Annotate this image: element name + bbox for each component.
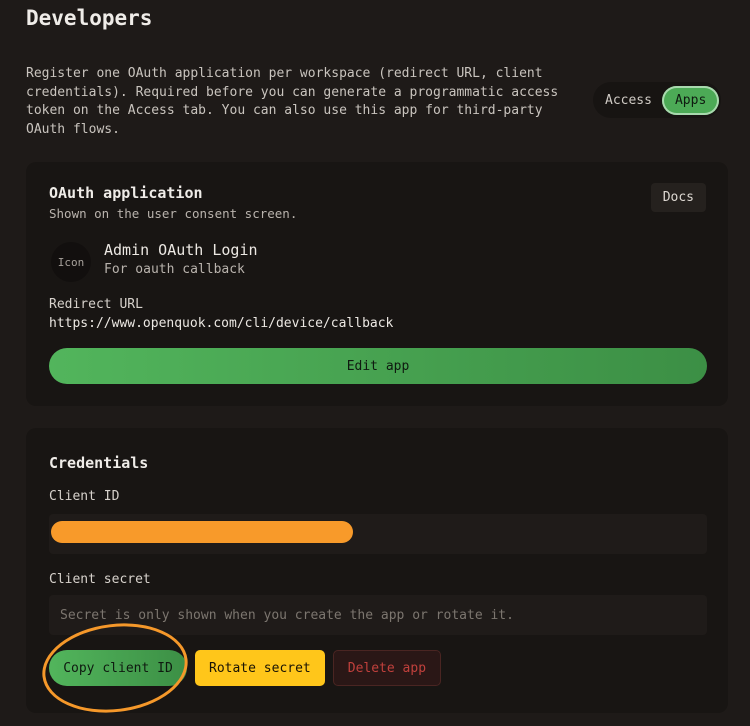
client-id-redaction bbox=[51, 521, 353, 543]
oauth-application-card: OAuth application Shown on the user cons… bbox=[26, 162, 728, 406]
tab-apps[interactable]: Apps bbox=[661, 85, 720, 115]
credentials-card: Credentials Client ID Client secret Secr… bbox=[26, 428, 728, 721]
client-secret-field[interactable]: Secret is only shown when you create the… bbox=[49, 595, 707, 635]
client-id-label: Client ID bbox=[49, 489, 120, 504]
rotate-secret-button[interactable]: Rotate secret bbox=[195, 650, 325, 686]
delete-app-button[interactable]: Delete app bbox=[332, 650, 442, 686]
credentials-actions: Copy client ID Rotate secret Delete app bbox=[49, 650, 442, 686]
app-icon-placeholder: Icon bbox=[51, 242, 91, 282]
edit-app-button[interactable]: Edit app bbox=[49, 348, 707, 384]
redirect-url-value: https://www.openquok.com/cli/device/call… bbox=[49, 316, 394, 331]
page-intro: Register one OAuth application per works… bbox=[26, 66, 559, 137]
app-name: Admin OAuth Login bbox=[104, 241, 258, 259]
docs-button[interactable]: Docs bbox=[650, 183, 706, 212]
oauth-card-title: OAuth application bbox=[49, 184, 203, 202]
redirect-url-label: Redirect URL bbox=[49, 297, 143, 312]
page-title: Developers bbox=[26, 6, 153, 30]
client-secret-label: Client secret bbox=[49, 572, 151, 587]
tab-access[interactable]: Access bbox=[603, 86, 662, 115]
client-id-field[interactable] bbox=[49, 514, 707, 554]
tab-switcher: Access Apps bbox=[593, 82, 722, 118]
oauth-card-subtitle: Shown on the user consent screen. bbox=[49, 206, 298, 221]
credentials-card-title: Credentials bbox=[49, 454, 149, 472]
app-description: For oauth callback bbox=[104, 262, 245, 277]
copy-client-id-button[interactable]: Copy client ID bbox=[49, 650, 187, 686]
